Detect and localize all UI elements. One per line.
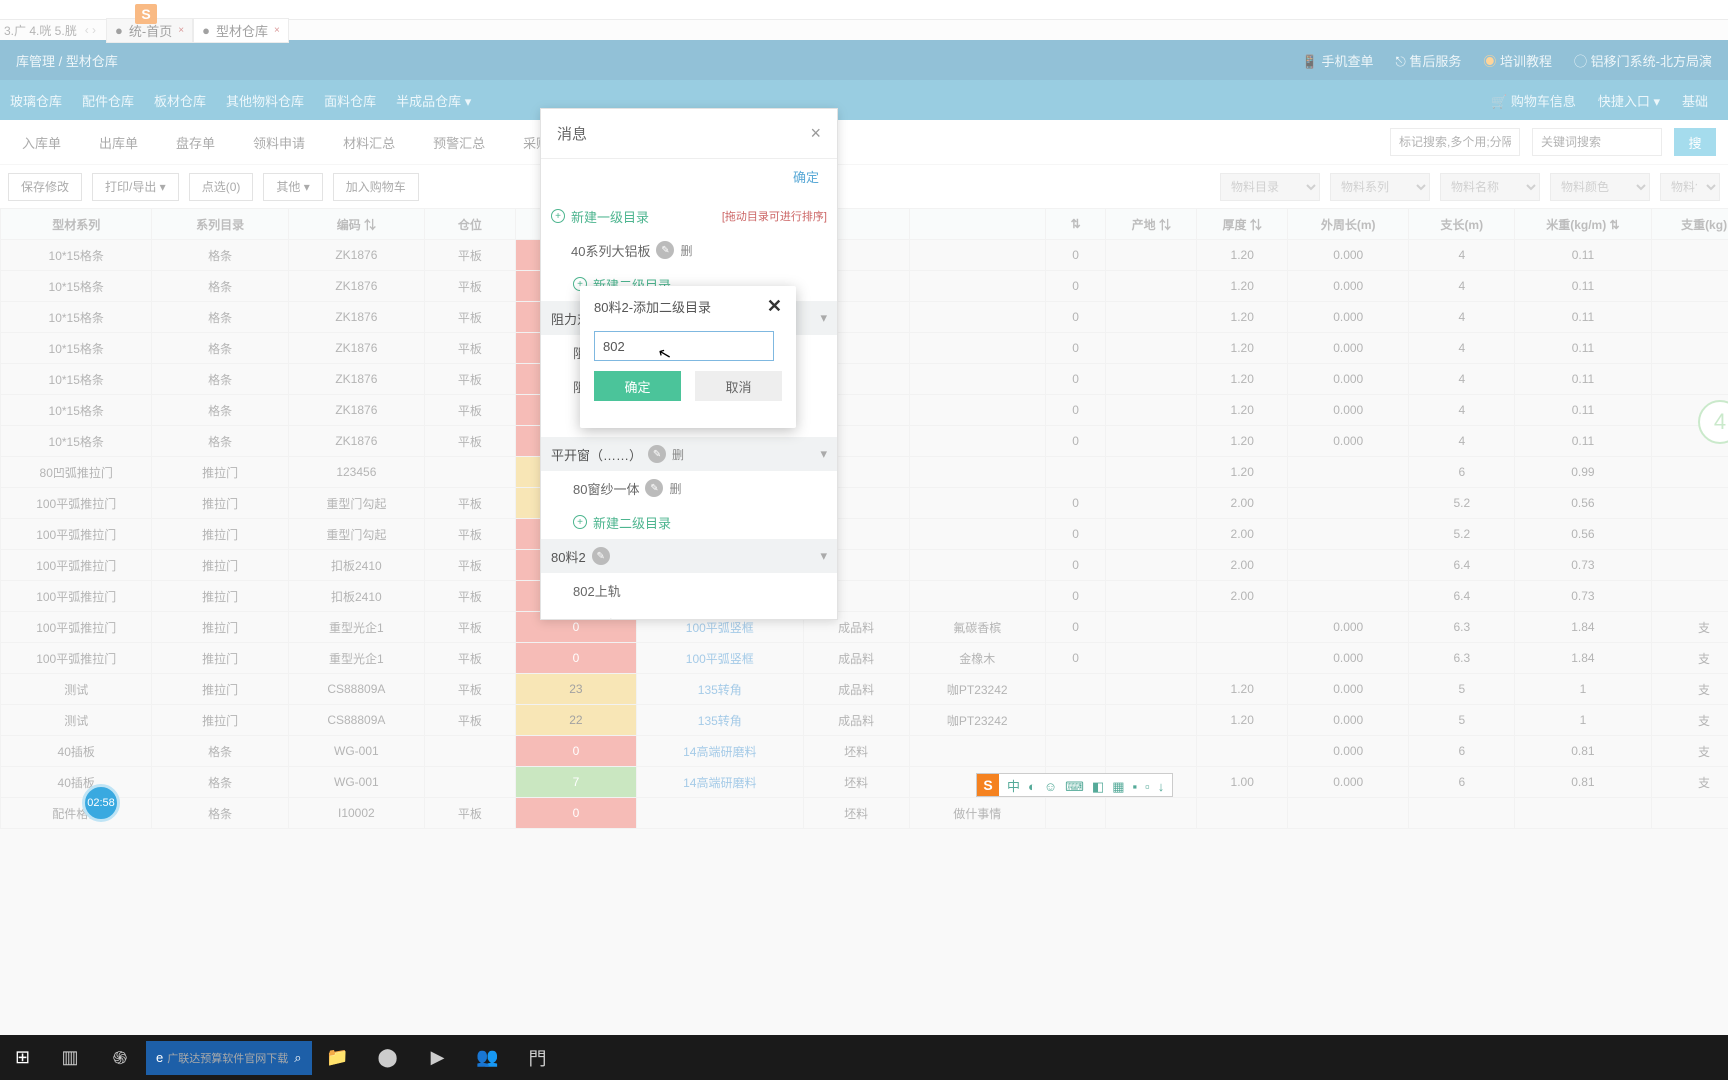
ime-icon[interactable]: ◧ xyxy=(1088,779,1108,794)
category-sub-802-up[interactable]: 802上轨 xyxy=(551,573,827,607)
category-sub-802-down[interactable]: 802下轨 xyxy=(551,607,827,619)
panel-confirm-link[interactable]: 确定 xyxy=(541,159,837,195)
ime-icon[interactable]: 中 xyxy=(1003,779,1024,794)
dialog-title: 80料2-添加二级目录 xyxy=(594,297,711,316)
chevron-down-icon: ▾ xyxy=(820,548,827,564)
confirm-button[interactable]: 确定 xyxy=(594,371,681,401)
task-view-button[interactable]: ▥ xyxy=(46,1038,94,1078)
taskbar-app[interactable]: ⬤ xyxy=(364,1038,412,1078)
taskbar-app[interactable]: 👥 xyxy=(464,1038,512,1078)
new-l2-category[interactable]: +新建二级目录 xyxy=(551,505,827,539)
taskbar-app[interactable]: 門 xyxy=(514,1038,562,1078)
ime-icon[interactable]: ◐ xyxy=(1024,779,1040,794)
windows-taskbar: ⊞ ▥ ֍ e 广联达预算软件官网下载 ⌕ 📁⬤▶👥門 xyxy=(0,1035,1728,1080)
search-icon: ⌕ xyxy=(294,1050,301,1066)
edit-icon[interactable]: ✎ xyxy=(645,479,663,497)
new-l1-category[interactable]: +新建一级目录[拖动目录可进行排序] xyxy=(551,199,827,233)
chevron-down-icon: ▾ xyxy=(820,310,827,326)
ie-search-task[interactable]: e 广联达预算软件官网下载 ⌕ xyxy=(146,1041,312,1075)
edit-icon[interactable]: ✎ xyxy=(648,445,666,463)
edit-icon[interactable]: ✎ xyxy=(656,241,674,259)
cancel-button[interactable]: 取消 xyxy=(695,371,782,401)
ime-toolbar[interactable]: S 中◐☺⌨◧▦▪▫↓ xyxy=(976,773,1173,797)
close-icon[interactable]: ✕ xyxy=(767,296,782,317)
add-l2-dialog: 80料2-添加二级目录 ✕ 确定 取消 xyxy=(580,286,796,428)
category-header-80[interactable]: 80料2✎▾ xyxy=(541,539,837,573)
drag-hint: [拖动目录可进行排序] xyxy=(722,208,827,224)
ie-icon: e xyxy=(156,1050,163,1065)
category-item[interactable]: 40系列大铝板✎删 xyxy=(551,233,827,267)
recording-timer: 02:58 xyxy=(82,784,120,822)
taskbar-app[interactable]: ▶ xyxy=(414,1038,462,1078)
delete-link[interactable]: 删 xyxy=(669,480,681,497)
close-icon[interactable]: × xyxy=(810,123,821,144)
sogou-icon: S xyxy=(977,774,999,796)
ime-icon[interactable]: ☺ xyxy=(1040,779,1061,794)
edit-icon[interactable]: ✎ xyxy=(592,547,610,565)
ime-icon[interactable]: ▦ xyxy=(1108,779,1128,794)
ime-icon[interactable]: ▫ xyxy=(1141,779,1154,794)
category-name-input[interactable] xyxy=(594,331,774,361)
category-sub[interactable]: 80窗纱一体✎删 xyxy=(551,471,827,505)
plus-icon: + xyxy=(573,515,587,529)
category-header[interactable]: 平开窗（……）✎删▾ xyxy=(541,437,837,471)
app-swirl[interactable]: ֍ xyxy=(96,1038,144,1078)
ime-icon[interactable]: ▪ xyxy=(1129,779,1142,794)
chevron-down-icon: ▾ xyxy=(820,446,827,462)
delete-link[interactable]: 删 xyxy=(680,242,692,259)
taskbar-search-label: 广联达预算软件官网下载 xyxy=(167,1050,288,1066)
taskbar-app[interactable]: 📁 xyxy=(314,1038,362,1078)
ime-icon[interactable]: ⌨ xyxy=(1061,779,1088,794)
panel-title: 消息 xyxy=(557,123,587,144)
plus-icon: + xyxy=(551,209,565,223)
ime-icon[interactable]: ↓ xyxy=(1154,779,1169,794)
start-button[interactable]: ⊞ xyxy=(0,1035,45,1080)
modal-overlay xyxy=(0,0,1728,1080)
